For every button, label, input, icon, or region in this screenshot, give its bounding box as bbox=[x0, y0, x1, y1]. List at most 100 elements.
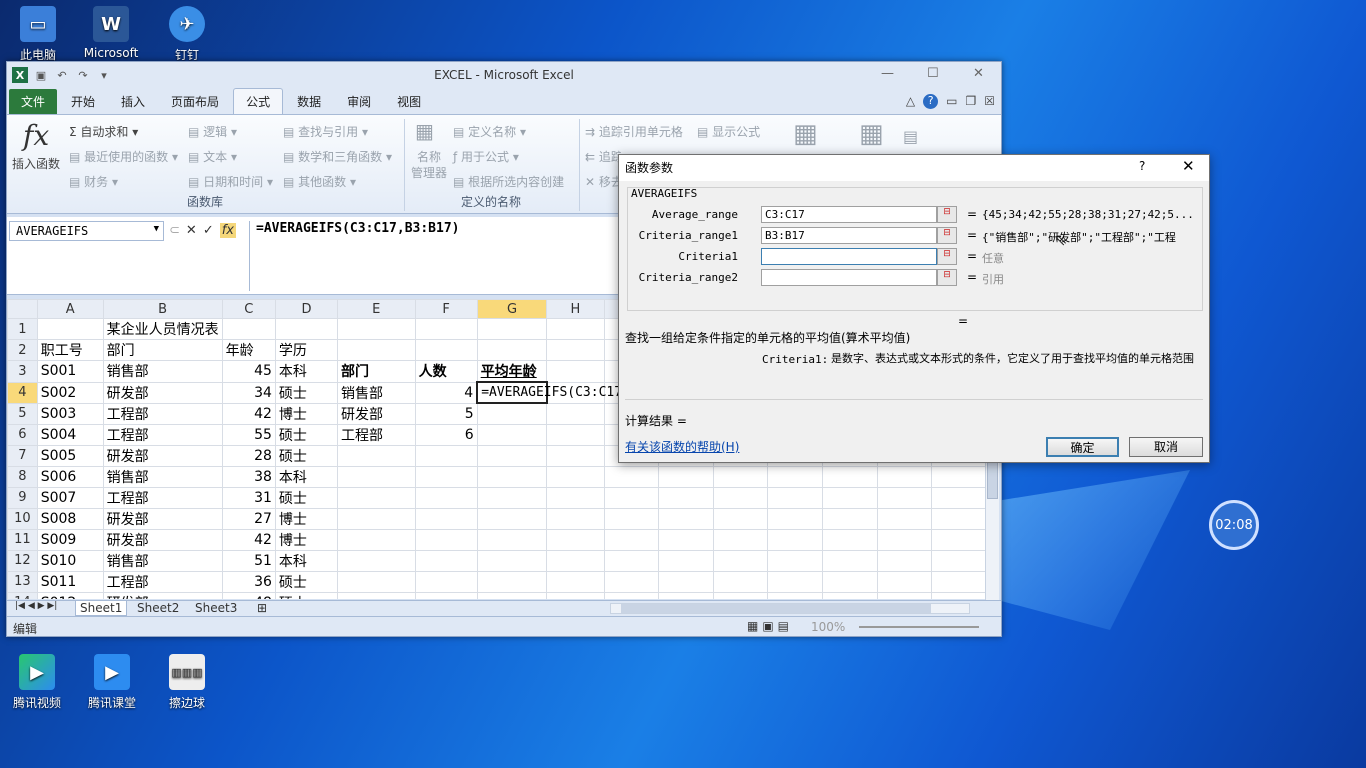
cell[interactable] bbox=[476, 486, 548, 509]
desktop-icon-dingtalk[interactable]: ✈ 钉钉 bbox=[152, 6, 222, 63]
cell[interactable]: 5 bbox=[414, 402, 478, 425]
cell[interactable] bbox=[414, 339, 478, 361]
cell[interactable]: 28 bbox=[221, 444, 276, 467]
range-picker-icon[interactable]: ⊟ bbox=[937, 248, 957, 265]
cell[interactable] bbox=[546, 423, 605, 446]
cell[interactable]: S012 bbox=[36, 591, 104, 599]
row-header[interactable]: 1 bbox=[7, 318, 38, 340]
sheet-tab-3[interactable]: Sheet3 bbox=[191, 601, 241, 615]
desktop-icon-tencent-class[interactable]: ▶ 腾讯课堂 bbox=[77, 654, 147, 711]
datetime-button[interactable]: ▤ 日期和时间 ▾ bbox=[188, 173, 273, 190]
calc-now-icon[interactable]: ▤ bbox=[903, 127, 918, 146]
cell[interactable] bbox=[712, 549, 769, 572]
cell[interactable]: 硕士 bbox=[274, 444, 339, 467]
cell[interactable] bbox=[546, 507, 605, 530]
cell[interactable]: 研发部 bbox=[102, 591, 223, 599]
cell[interactable] bbox=[337, 591, 416, 599]
cell[interactable]: 51 bbox=[221, 549, 276, 572]
criteria-range2-input[interactable] bbox=[761, 269, 937, 286]
cell[interactable] bbox=[658, 486, 714, 509]
cell[interactable] bbox=[876, 465, 933, 488]
cell[interactable] bbox=[476, 570, 548, 593]
cell[interactable] bbox=[712, 486, 769, 509]
cell[interactable]: 55 bbox=[221, 423, 276, 446]
cell[interactable] bbox=[822, 549, 878, 572]
doc-close-icon[interactable]: ☒ bbox=[984, 94, 995, 109]
cell[interactable]: 部门 bbox=[102, 339, 223, 361]
desktop-icon-this-pc[interactable]: ▭ 此电脑 bbox=[3, 6, 73, 63]
cell[interactable]: 研发部 bbox=[102, 381, 223, 404]
cell[interactable] bbox=[658, 549, 714, 572]
cell[interactable]: 博士 bbox=[274, 528, 339, 551]
cell[interactable]: 硕士 bbox=[274, 591, 339, 599]
cell[interactable] bbox=[931, 549, 987, 572]
cell[interactable] bbox=[337, 570, 416, 593]
cell[interactable] bbox=[767, 507, 824, 530]
cell[interactable] bbox=[931, 528, 987, 551]
cell[interactable]: 部门 bbox=[337, 360, 416, 383]
cell[interactable] bbox=[274, 318, 339, 340]
cell[interactable] bbox=[414, 591, 478, 599]
expand-icon[interactable]: ⊂ bbox=[169, 223, 180, 238]
scroll-thumb[interactable] bbox=[987, 459, 998, 499]
cell[interactable] bbox=[546, 549, 605, 572]
tab-file[interactable]: 文件 bbox=[9, 89, 58, 114]
cell[interactable] bbox=[767, 549, 824, 572]
row-header[interactable]: 8 bbox=[7, 465, 38, 488]
sheet-tab-1[interactable]: Sheet1 bbox=[75, 601, 128, 616]
cell[interactable]: 研发部 bbox=[102, 444, 223, 467]
cell[interactable]: 本科 bbox=[274, 360, 339, 383]
cell[interactable]: 36 bbox=[221, 570, 276, 593]
cell[interactable]: 硕士 bbox=[274, 381, 339, 404]
cell[interactable]: 研发部 bbox=[102, 528, 223, 551]
cell[interactable]: 48 bbox=[221, 591, 276, 599]
calc-options-icon[interactable]: ▦ bbox=[859, 119, 884, 149]
cell[interactable]: 职工号 bbox=[36, 339, 104, 361]
cell[interactable]: 27 bbox=[221, 507, 276, 530]
cell[interactable] bbox=[931, 465, 987, 488]
cell[interactable]: 6 bbox=[414, 423, 478, 446]
name-manager-button[interactable]: 名称 管理器 bbox=[411, 149, 447, 181]
cell[interactable] bbox=[876, 528, 933, 551]
cell[interactable] bbox=[337, 465, 416, 488]
criteria1-input[interactable] bbox=[761, 248, 937, 265]
cell[interactable]: 销售部 bbox=[337, 381, 416, 404]
dialog-close-icon[interactable]: ✕ bbox=[1182, 157, 1195, 175]
column-header[interactable]: D bbox=[274, 299, 339, 319]
cell[interactable] bbox=[337, 486, 416, 509]
cell[interactable] bbox=[876, 570, 933, 593]
cell[interactable] bbox=[658, 465, 714, 488]
row-header[interactable]: 5 bbox=[7, 402, 38, 425]
define-name-button[interactable]: ▤ 定义名称 ▾ bbox=[453, 123, 526, 140]
cell[interactable]: S009 bbox=[36, 528, 104, 551]
cell[interactable] bbox=[476, 465, 548, 488]
cell[interactable] bbox=[712, 591, 769, 599]
cell[interactable] bbox=[414, 507, 478, 530]
range-picker-icon[interactable]: ⊟ bbox=[937, 227, 957, 244]
row-header[interactable]: 11 bbox=[7, 528, 38, 551]
more-functions-button[interactable]: ▤ 其他函数 ▾ bbox=[283, 173, 356, 190]
cell[interactable]: =AVERAGEIFS(C3:C17,I bbox=[476, 381, 638, 404]
cell[interactable] bbox=[767, 591, 824, 599]
cell[interactable]: S011 bbox=[36, 570, 104, 593]
cell[interactable] bbox=[546, 318, 605, 340]
cell[interactable] bbox=[546, 444, 605, 467]
cell[interactable]: 34 bbox=[221, 381, 276, 404]
trace-precedents-button[interactable]: ⇉ 追踪引用单元格 bbox=[585, 123, 683, 140]
column-header[interactable]: F bbox=[414, 299, 478, 319]
cell[interactable] bbox=[822, 507, 878, 530]
row-header[interactable]: 9 bbox=[7, 486, 38, 509]
recent-functions-button[interactable]: ▤ 最近使用的函数 ▾ bbox=[69, 148, 178, 165]
enter-icon[interactable]: ✓ bbox=[203, 223, 214, 238]
column-header[interactable]: E bbox=[337, 299, 416, 319]
ok-button[interactable]: 确定 bbox=[1046, 437, 1119, 457]
use-in-formula-button[interactable]: ƒ 用于公式 ▾ bbox=[453, 148, 519, 165]
tab-formulas[interactable]: 公式 bbox=[233, 88, 284, 114]
cell[interactable]: S003 bbox=[36, 402, 104, 425]
cell[interactable]: 人数 bbox=[414, 360, 478, 383]
cancel-entry-icon[interactable]: ✕ bbox=[186, 223, 197, 238]
cell[interactable]: 45 bbox=[221, 360, 276, 383]
range-picker-icon[interactable]: ⊟ bbox=[937, 206, 957, 223]
cell[interactable] bbox=[603, 486, 660, 509]
cancel-button[interactable]: 取消 bbox=[1129, 437, 1203, 457]
